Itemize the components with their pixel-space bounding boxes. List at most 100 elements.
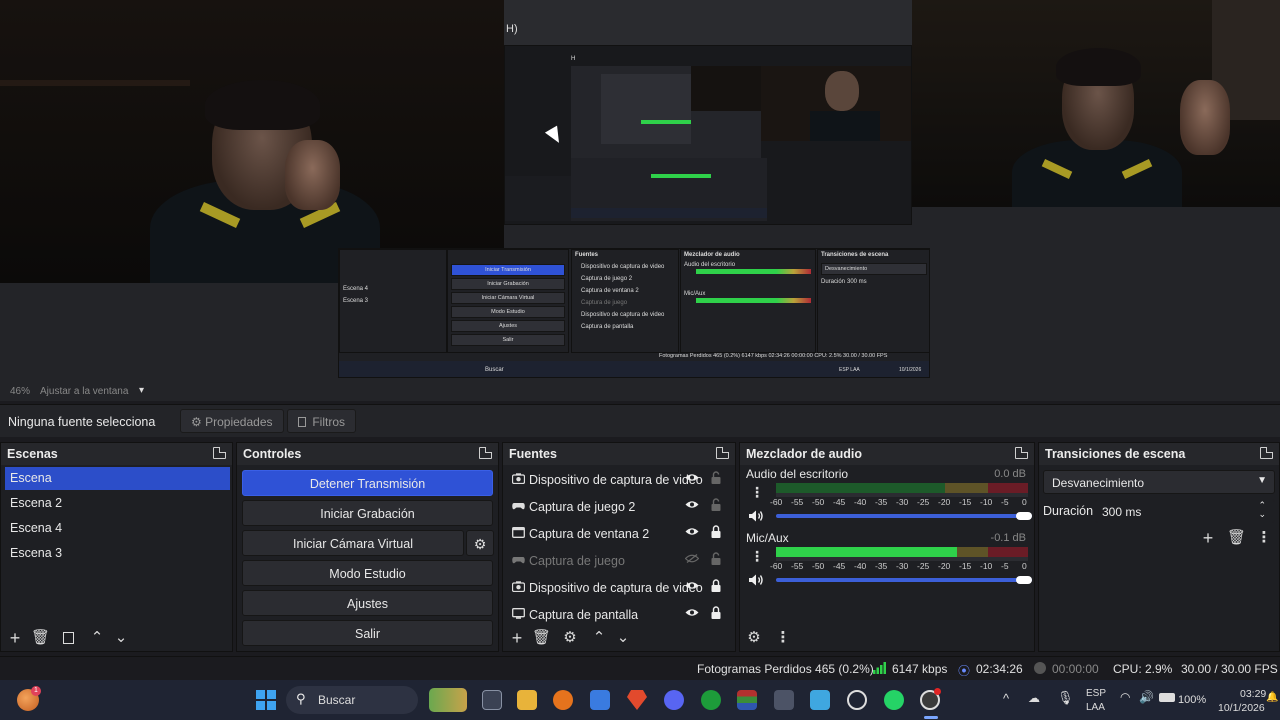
whatsapp-icon[interactable] — [884, 690, 904, 710]
scene-item[interactable]: Escena 3 — [5, 542, 230, 565]
monitor-icon — [512, 608, 525, 619]
discord-icon[interactable] — [664, 690, 684, 710]
eye-icon[interactable] — [685, 500, 699, 509]
duration-label: Duración — [1043, 504, 1094, 518]
studio-mode-button[interactable]: Modo Estudio — [242, 560, 493, 586]
lock-icon[interactable] — [711, 606, 721, 619]
widgets-icon[interactable] — [429, 688, 467, 712]
add-scene-icon[interactable]: + — [6, 629, 24, 647]
source-item[interactable]: Dispositivo de captura de video — [509, 575, 729, 601]
source-item[interactable]: Dispositivo de captura de video — [509, 467, 729, 493]
more-options-icon[interactable]: ⋮ — [750, 549, 764, 563]
eye-icon[interactable] — [685, 473, 699, 482]
media-player-icon[interactable] — [847, 690, 867, 710]
taskbar-search[interactable]: ⚲ Buscar — [286, 686, 418, 714]
more-options-icon[interactable]: ⋮ — [774, 629, 792, 647]
trash-icon[interactable]: 🗑 — [1227, 529, 1246, 547]
lock-icon[interactable] — [711, 525, 721, 538]
nested-duration-label: Duración — [821, 279, 846, 285]
microphone-icon[interactable]: 🎙 — [1057, 690, 1074, 706]
notification-bell-icon[interactable]: 🔔 — [1266, 692, 1278, 703]
windows-start-icon[interactable] — [256, 690, 276, 710]
volume-slider[interactable] — [776, 578, 1032, 582]
volume-slider-handle[interactable] — [1016, 512, 1032, 520]
start-virtual-camera-button[interactable]: Iniciar Cámara Virtual — [242, 530, 464, 556]
calculator-icon[interactable] — [774, 690, 794, 710]
settings-button[interactable]: Ajustes — [242, 590, 493, 616]
zoom-dropdown-icon[interactable]: ▾ — [139, 385, 144, 396]
dropped-frames: Fotogramas Perdidos 465 (0.2%) — [697, 662, 874, 676]
chevron-up-icon[interactable]: ⌃ — [590, 629, 608, 647]
clock-date[interactable]: 10/1/2026 — [1218, 702, 1265, 714]
lang-bottom[interactable]: LAA — [1086, 702, 1105, 713]
meter-scale-label: -35 — [875, 561, 888, 571]
scene-item[interactable]: Escena — [5, 467, 230, 490]
battery-icon[interactable] — [1159, 693, 1175, 702]
gear-icon[interactable]: ⚙ — [561, 629, 579, 647]
eye-icon[interactable] — [685, 608, 699, 617]
scene-item[interactable]: Escena 4 — [5, 517, 230, 540]
undock-icon[interactable] — [716, 447, 729, 459]
speaker-icon[interactable] — [748, 509, 764, 523]
more-options-icon[interactable]: ⋮ — [750, 485, 764, 499]
transition-select[interactable]: Desvanecimiento ▼ — [1043, 470, 1275, 494]
speaker-icon[interactable] — [748, 573, 764, 587]
duration-spinbox[interactable]: 300 ms ⌃ ⌄ — [1095, 499, 1275, 523]
undock-icon[interactable] — [1260, 447, 1273, 459]
preview-canvas[interactable]: H) H Escena 4 Escena 3 Iniciar Transmisi… — [0, 0, 1280, 383]
properties-button[interactable]: ⚙ Propiedades — [180, 409, 284, 433]
filter-icon[interactable] — [59, 629, 77, 647]
store-icon[interactable] — [590, 690, 610, 710]
volume-slider-handle[interactable] — [1016, 576, 1032, 584]
undock-icon[interactable] — [213, 447, 226, 459]
unlock-icon[interactable] — [711, 471, 721, 484]
more-options-icon[interactable]: ⋮ — [1255, 529, 1273, 547]
virtual-camera-settings-icon[interactable]: ⚙ — [466, 530, 494, 556]
eye-hidden-icon[interactable] — [685, 554, 699, 563]
lang-top[interactable]: ESP — [1086, 688, 1106, 699]
spin-down-icon[interactable]: ⌄ — [1258, 509, 1266, 520]
chevron-down-icon[interactable]: ⌄ — [614, 629, 632, 647]
source-item[interactable]: Captura de ventana 2 — [509, 521, 729, 547]
unlock-icon[interactable] — [711, 498, 721, 511]
clock-time[interactable]: 03:29 — [1240, 688, 1266, 700]
undock-icon[interactable] — [1015, 447, 1028, 459]
scene-item[interactable]: Escena 2 — [5, 492, 230, 515]
advanced-audio-gear-icon[interactable]: ⚙ — [745, 629, 763, 647]
sources-title: Fuentes — [509, 447, 557, 461]
start-recording-button[interactable]: Iniciar Grabación — [242, 500, 493, 526]
notepad-icon[interactable] — [810, 690, 830, 710]
file-explorer-icon[interactable] — [517, 690, 537, 710]
lock-icon[interactable] — [711, 579, 721, 592]
filters-button[interactable]: Filtros — [287, 409, 357, 433]
firefox-icon[interactable] — [553, 690, 573, 710]
chevron-up-icon[interactable]: ⌃ — [88, 629, 106, 647]
volume-icon[interactable]: 🔊 — [1139, 690, 1154, 704]
task-view-icon[interactable] — [482, 690, 502, 710]
source-item[interactable]: Captura de juego — [509, 548, 729, 574]
undock-icon[interactable] — [479, 447, 492, 459]
add-transition-icon[interactable]: + — [1199, 529, 1217, 547]
meter-scale-label: -15 — [959, 561, 972, 571]
stop-stream-button[interactable]: Detener Transmisión — [242, 470, 493, 496]
xbox-icon[interactable] — [701, 690, 721, 710]
wifi-icon[interactable]: ◠ — [1120, 690, 1130, 704]
eye-icon[interactable] — [685, 527, 699, 536]
winrar-icon[interactable] — [737, 690, 757, 710]
onedrive-icon[interactable]: ☁ — [1028, 691, 1040, 705]
meter-scale-label: -15 — [959, 497, 972, 507]
volume-slider[interactable] — [776, 514, 1032, 518]
record-icon — [1034, 662, 1046, 674]
unlock-icon[interactable] — [711, 552, 721, 565]
brave-icon[interactable] — [627, 690, 647, 710]
trash-icon[interactable]: 🗑 — [532, 629, 551, 647]
tray-chevron-up-icon[interactable]: ^ — [1003, 691, 1009, 706]
eye-icon[interactable] — [685, 581, 699, 590]
chevron-down-icon[interactable]: ⌄ — [112, 629, 130, 647]
trash-icon[interactable]: 🗑 — [31, 629, 50, 647]
source-item[interactable]: Captura de juego 2 — [509, 494, 729, 520]
add-source-icon[interactable]: + — [508, 629, 526, 647]
zoom-mode[interactable]: Ajustar a la ventana — [40, 386, 128, 397]
transition-selected: Desvanecimiento — [1052, 476, 1145, 490]
exit-button[interactable]: Salir — [242, 620, 493, 646]
